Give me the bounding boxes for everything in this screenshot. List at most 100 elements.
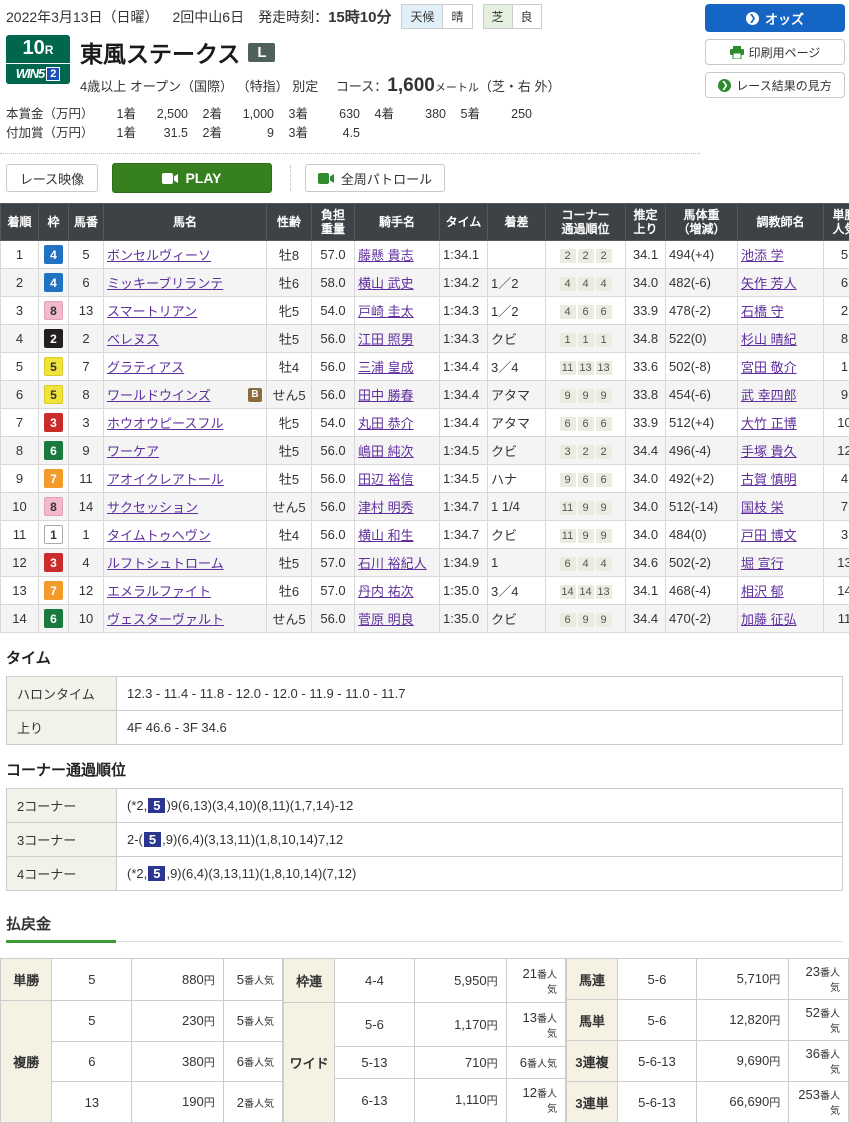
corner-positions: 322 bbox=[546, 437, 626, 465]
trainer-link[interactable]: 石橋 守 bbox=[741, 304, 784, 319]
horse-name-link[interactable]: ルフトシュトローム bbox=[107, 556, 224, 571]
popularity-number: 21 bbox=[523, 966, 537, 981]
jockey-link[interactable]: 江田 照男 bbox=[358, 332, 414, 347]
body-weight: 502(-8) bbox=[666, 353, 738, 381]
jockey-link[interactable]: 菅原 明良 bbox=[358, 612, 414, 627]
race-result-page: 2022年3月13日（日曜）2回中山6日発走時刻：15時10分 天候 晴 芝 良… bbox=[0, 0, 849, 1123]
popularity-number: 6 bbox=[237, 1054, 244, 1069]
jockey-link[interactable]: 石川 裕紀人 bbox=[358, 556, 427, 571]
trainer-link[interactable]: 戸田 博文 bbox=[741, 528, 797, 543]
margin: アタマ bbox=[488, 409, 546, 437]
horse-name-link[interactable]: グラティアス bbox=[107, 360, 184, 375]
jockey-link[interactable]: 横山 和生 bbox=[358, 528, 414, 543]
time-section: タイム ハロンタイム12.3 - 11.4 - 11.8 - 12.0 - 12… bbox=[0, 633, 849, 745]
jockey-link[interactable]: 三浦 皇成 bbox=[358, 360, 414, 375]
amount-number: 380 bbox=[182, 1054, 204, 1069]
corner-position-chip: 4 bbox=[596, 557, 612, 571]
trainer-link[interactable]: 堀 宣行 bbox=[741, 556, 784, 571]
last-3f: 33.9 bbox=[626, 409, 666, 437]
result-guide-button[interactable]: ❯ レース結果の見方 bbox=[705, 72, 845, 98]
horse-number: 8 bbox=[69, 381, 104, 409]
horse-name-link[interactable]: ミッキーブリランテ bbox=[107, 276, 223, 291]
horse-name-link[interactable]: アオイクレアトール bbox=[107, 472, 224, 487]
win5-logo: WIN5 bbox=[16, 66, 45, 81]
print-page-button[interactable]: 印刷用ページ bbox=[705, 39, 845, 65]
jockey-link[interactable]: 嶋田 純次 bbox=[358, 444, 414, 459]
horse-name-link[interactable]: ホウオウピースフル bbox=[107, 416, 223, 431]
finish-time: 1:34.5 bbox=[440, 437, 488, 465]
corner-position-chip: 11 bbox=[560, 501, 576, 515]
trainer-link[interactable]: 杉山 晴紀 bbox=[741, 332, 797, 347]
payout-row: 3連複5-6-139,690円36番人気 bbox=[567, 1041, 849, 1082]
prize-place: 2着 bbox=[188, 105, 222, 124]
horse-name-link[interactable]: タイムトゥヘヴン bbox=[107, 528, 211, 543]
horse-name-cell: ルフトシュトローム bbox=[104, 549, 267, 577]
horse-name-link[interactable]: ボンセルヴィーソ bbox=[107, 248, 211, 263]
yen-suffix: 円 bbox=[769, 974, 780, 986]
horse-name-link[interactable]: ワーケア bbox=[107, 444, 159, 459]
patrol-video-button[interactable]: 全周パトロール bbox=[305, 164, 445, 192]
trainer-link[interactable]: 宮田 敬介 bbox=[741, 360, 797, 375]
corner-position-chip: 4 bbox=[578, 277, 594, 291]
jockey-link[interactable]: 戸崎 圭太 bbox=[358, 304, 414, 319]
jockey-cell: 嶋田 純次 bbox=[355, 437, 440, 465]
trainer-cell: 武 幸四郎 bbox=[738, 381, 824, 409]
jockey-link[interactable]: 藤懸 貴志 bbox=[358, 248, 414, 263]
trainer-link[interactable]: 加藤 征弘 bbox=[741, 612, 797, 627]
prize-value: 250 bbox=[480, 105, 532, 124]
popularity-suffix: 番人気 bbox=[820, 1091, 840, 1117]
sex-age: せん5 bbox=[267, 605, 312, 633]
jockey-link[interactable]: 田中 勝春 bbox=[358, 388, 414, 403]
horse-name-link[interactable]: スマートリアン bbox=[107, 304, 197, 319]
horse-name-cell: アオイクレアトール bbox=[104, 465, 267, 493]
horse-name-cell: タイムトゥヘヴン bbox=[104, 521, 267, 549]
waku-number: 3 bbox=[44, 413, 63, 432]
finish-position: 13 bbox=[1, 577, 39, 605]
amount-number: 1,170 bbox=[454, 1017, 487, 1032]
trainer-link[interactable]: 相沢 郁 bbox=[741, 584, 784, 599]
odds-button-label: オッズ bbox=[765, 9, 804, 28]
yen-suffix: 円 bbox=[769, 1015, 780, 1027]
corner-position-chip: 2 bbox=[560, 249, 576, 263]
waku-cell: 7 bbox=[39, 577, 69, 605]
trainer-link[interactable]: 国枝 栄 bbox=[741, 500, 784, 515]
corner-position-chip: 6 bbox=[578, 473, 594, 487]
trainer-link[interactable]: 池添 学 bbox=[741, 248, 784, 263]
jockey-link[interactable]: 田辺 裕信 bbox=[358, 472, 414, 487]
corner-position-chip: 9 bbox=[578, 501, 594, 515]
jockey-link[interactable]: 横山 武史 bbox=[358, 276, 414, 291]
prize-money: 本賞金（万円）1着2,5002着1,0003着6304着3805着250付加賞（… bbox=[0, 97, 700, 154]
result-row: 145ボンセルヴィーソ牡857.0藤懸 貴志1:34.122234.1494(+… bbox=[1, 241, 849, 269]
horse-name-link[interactable]: サクセッション bbox=[107, 500, 198, 515]
play-button[interactable]: PLAY bbox=[112, 163, 272, 193]
jockey-link[interactable]: 丸田 恭介 bbox=[358, 416, 414, 431]
horse-number: 5 bbox=[69, 241, 104, 269]
horse-name-link[interactable]: ヴェスターヴァルト bbox=[107, 612, 224, 627]
trainer-link[interactable]: 武 幸四郎 bbox=[741, 388, 797, 403]
trainer-link[interactable]: 大竹 正博 bbox=[741, 416, 797, 431]
win-favorite-rank: 3 bbox=[824, 521, 849, 549]
margin: 1／2 bbox=[488, 269, 546, 297]
payout-amount: 1,110円 bbox=[414, 1078, 506, 1122]
horse-name-link[interactable]: ワールドウインズ bbox=[107, 388, 211, 403]
payout-title: 払戻金 bbox=[6, 913, 843, 934]
corner-table: 2コーナー(*2,5)9(6,13)(3,4,10)(8,11)(1,7,14)… bbox=[6, 788, 843, 891]
bet-type-label: 複勝 bbox=[1, 1001, 52, 1123]
corner-row: 4コーナー(*2,5,9)(6,4)(3,13,11)(1,8,10,14)(7… bbox=[7, 857, 843, 891]
horse-number: 3 bbox=[69, 409, 104, 437]
bet-type-label: ワイド bbox=[284, 1003, 335, 1123]
odds-button[interactable]: ❯ オッズ bbox=[705, 4, 845, 32]
trainer-link[interactable]: 古賀 慎明 bbox=[741, 472, 797, 487]
horse-name-link[interactable]: エメラルファイト bbox=[107, 584, 211, 599]
jockey-link[interactable]: 丹内 祐次 bbox=[358, 584, 414, 599]
sex-age: 牡8 bbox=[267, 241, 312, 269]
horse-name-cell: ボンセルヴィーソ bbox=[104, 241, 267, 269]
prize-place: 1着 bbox=[102, 105, 136, 124]
trainer-link[interactable]: 矢作 芳人 bbox=[741, 276, 797, 291]
horse-name-link[interactable]: ベレヌス bbox=[107, 332, 159, 347]
time-row-label: 上り bbox=[7, 711, 117, 745]
jockey-link[interactable]: 津村 明秀 bbox=[358, 500, 414, 515]
race-video-button[interactable]: レース映像 bbox=[6, 164, 98, 192]
trainer-link[interactable]: 手塚 貴久 bbox=[741, 444, 797, 459]
printer-icon bbox=[730, 46, 744, 59]
